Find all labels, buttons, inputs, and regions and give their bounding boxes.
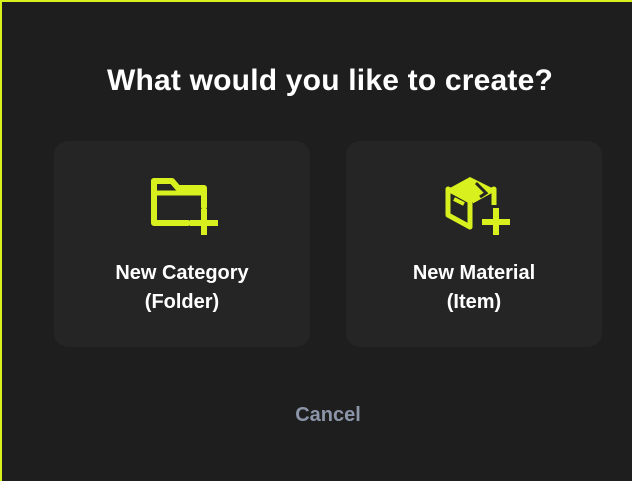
new-category-label-line1: New Category bbox=[115, 262, 249, 284]
new-category-label-line2: (Folder) bbox=[144, 291, 220, 313]
new-material-label-line2: (Item) bbox=[446, 291, 502, 313]
folder-plus-icon bbox=[151, 178, 218, 235]
dialog-title: What would you like to create? bbox=[106, 64, 554, 97]
create-dialog: What would you like to create? New Categ… bbox=[0, 0, 632, 481]
new-category-button[interactable]: New Category (Folder) bbox=[54, 141, 310, 347]
new-material-label-line1: New Material bbox=[412, 262, 536, 284]
new-material-label: New Material (Item) bbox=[346, 259, 602, 317]
new-material-button[interactable]: New Material (Item) bbox=[346, 141, 602, 347]
box-plus-icon bbox=[445, 177, 510, 235]
new-category-label: New Category (Folder) bbox=[54, 259, 310, 317]
cancel-button[interactable]: Cancel bbox=[2, 404, 632, 427]
